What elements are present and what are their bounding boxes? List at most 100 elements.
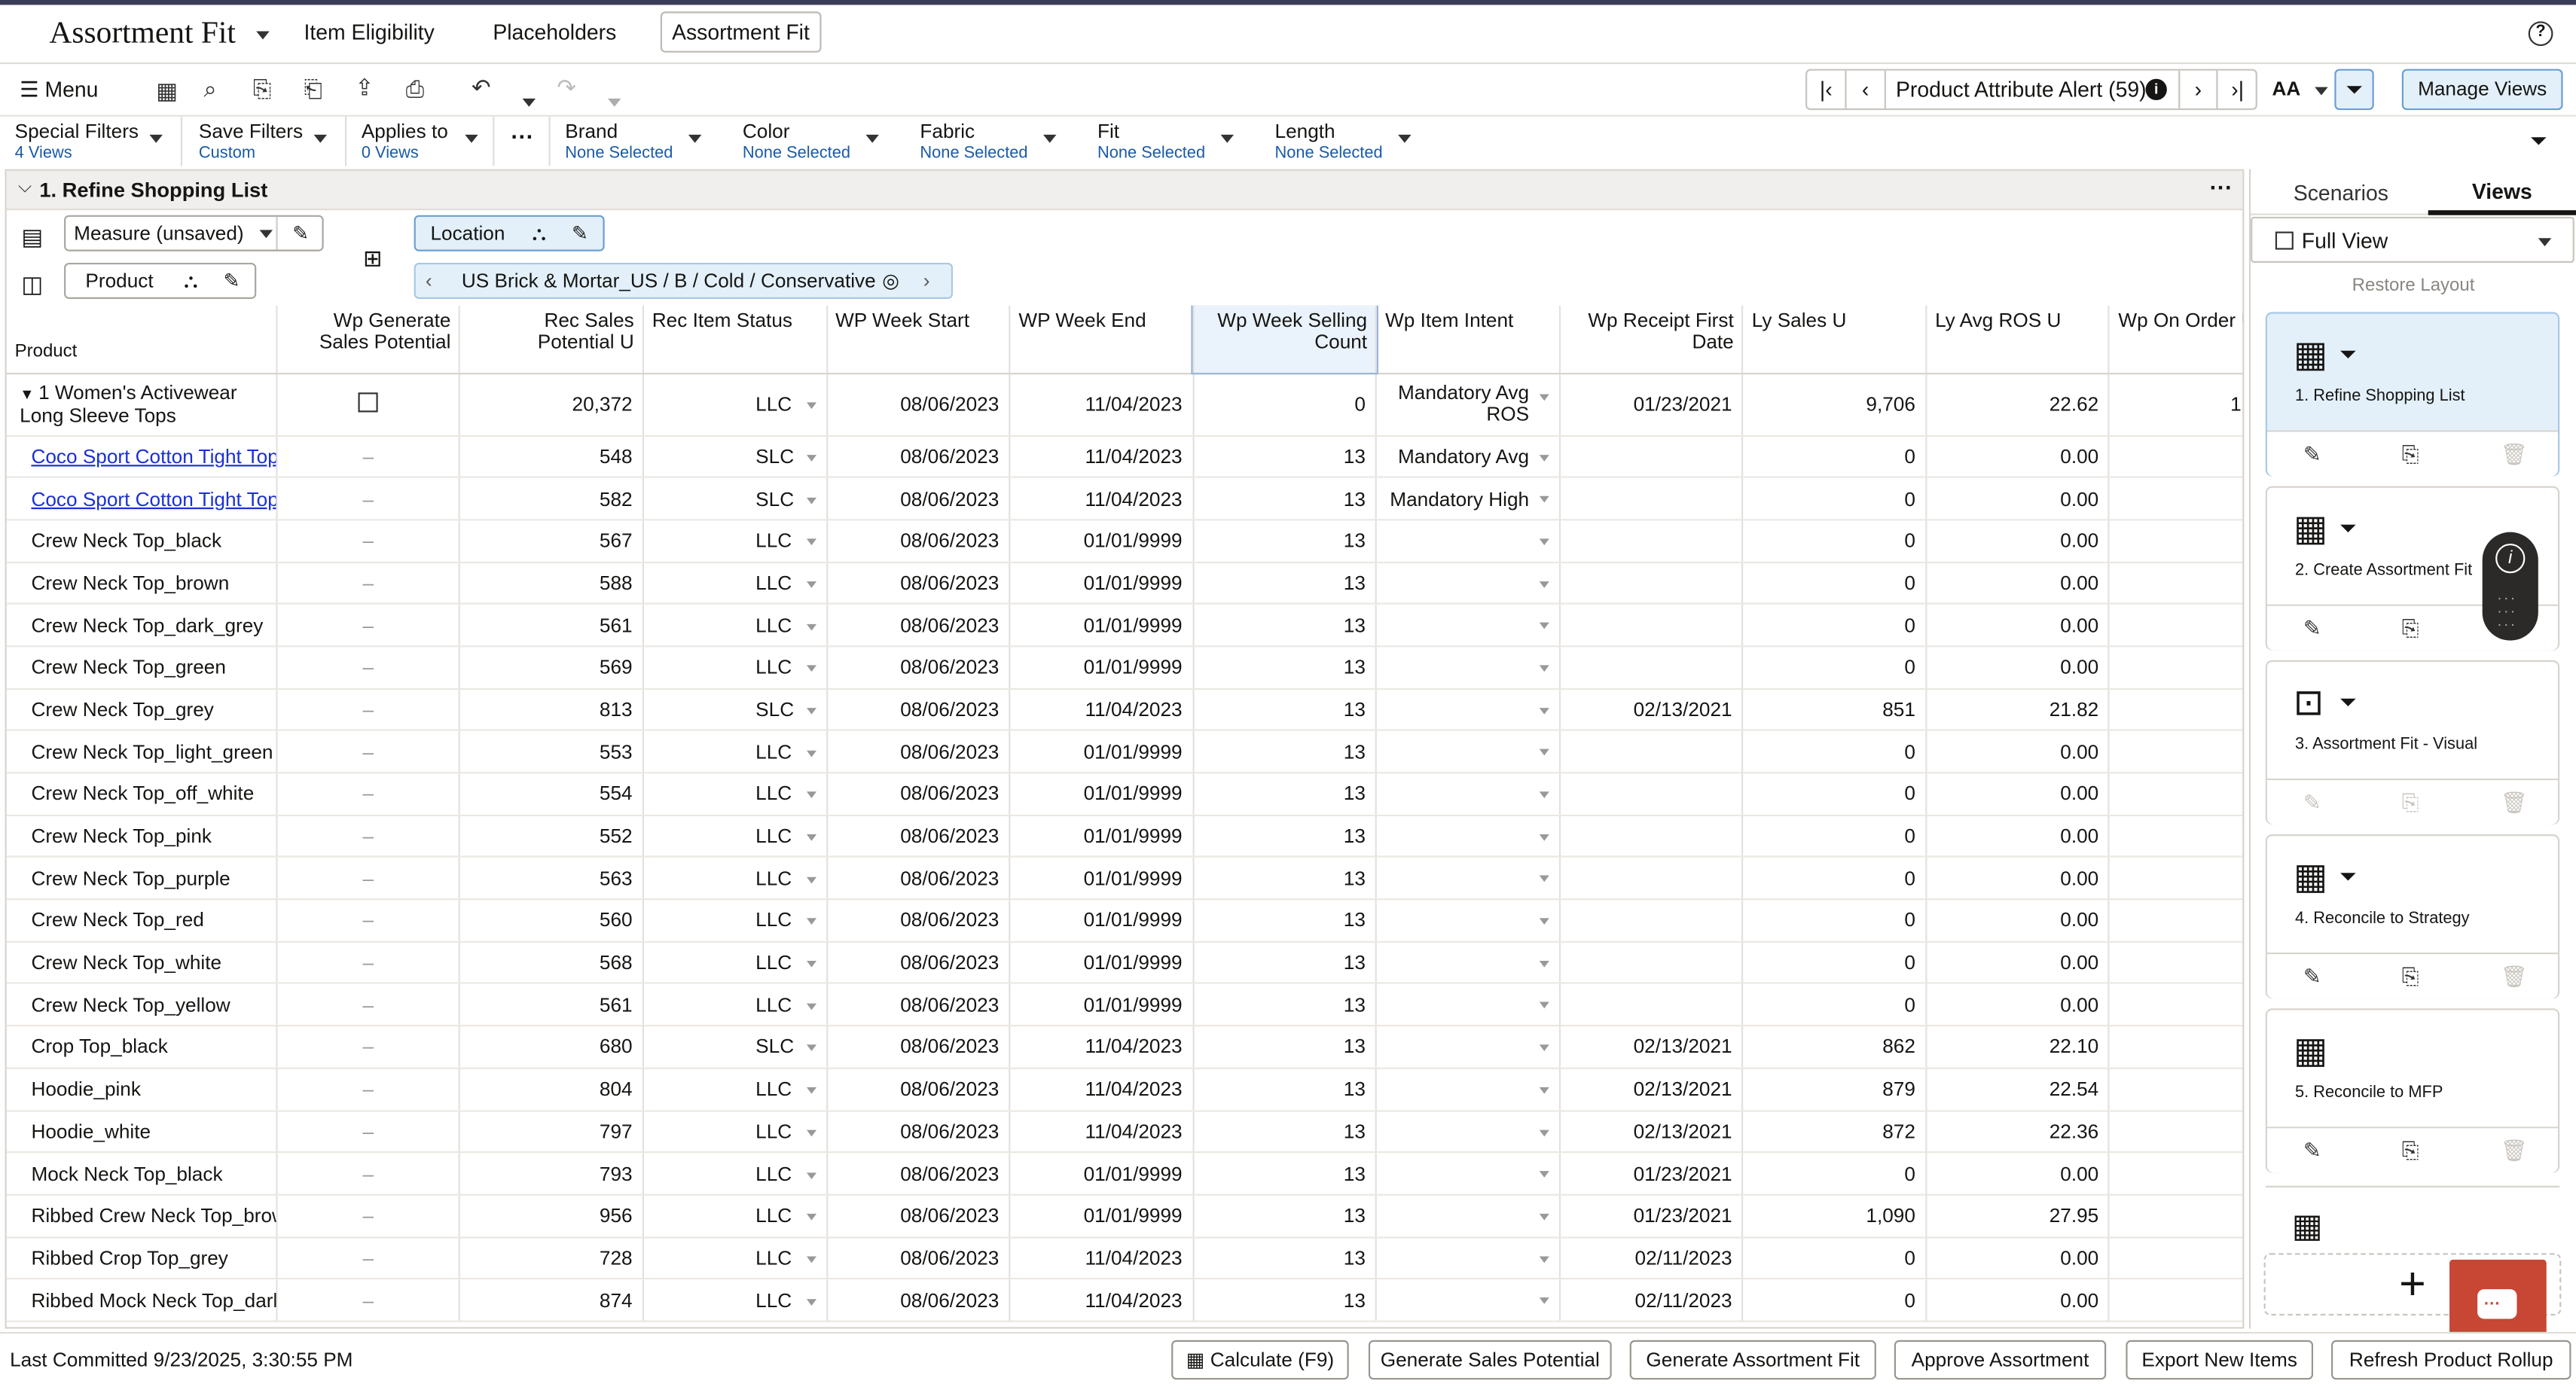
dropdown-arrow-icon[interactable] [805, 581, 816, 588]
dropdown-arrow-icon[interactable] [1539, 1213, 1549, 1221]
table-row[interactable]: Crew Neck Top_off_white –554 LLC 08/06/2023… [6, 773, 2243, 816]
rec-sales-cell[interactable]: 793 [459, 1152, 644, 1196]
generate-cell[interactable]: – [276, 941, 461, 985]
status-cell[interactable]: LLC [642, 983, 828, 1027]
selling-count-cell[interactable]: 13 [1192, 941, 1378, 985]
intent-cell[interactable] [1376, 857, 1561, 901]
applies-to-dropdown[interactable]: Applies to 0 Views [362, 120, 493, 163]
week-start-cell[interactable]: 08/06/2023 [826, 688, 1011, 732]
receipt-date-cell[interactable] [1559, 434, 1744, 479]
product-cell[interactable]: Crew Neck Top_pink [6, 815, 278, 858]
dropdown-arrow-icon[interactable] [805, 665, 816, 672]
week-end-cell[interactable]: 11/04/2023 [1009, 477, 1194, 521]
product-cell[interactable]: Crew Neck Top_red [6, 899, 278, 943]
on-order-cell[interactable] [2109, 1279, 2243, 1322]
week-start-cell[interactable]: 08/06/2023 [826, 730, 1011, 774]
ly-sales-cell[interactable]: 879 [1742, 1068, 1927, 1111]
status-cell[interactable]: LLC [642, 1152, 828, 1196]
selling-count-cell[interactable]: 13 [1192, 520, 1378, 563]
week-start-cell[interactable]: 08/06/2023 [826, 646, 1011, 690]
col-header-receipt-first-date[interactable]: Wp Receipt First Date [1559, 305, 1744, 374]
dropdown-arrow-icon[interactable] [1539, 918, 1549, 925]
on-order-cell[interactable] [2109, 604, 2243, 648]
on-order-cell[interactable] [2109, 773, 2243, 816]
week-end-cell[interactable]: 11/04/2023 [1009, 1068, 1194, 1111]
generate-cell[interactable]: – [276, 1110, 461, 1154]
upload-icon[interactable]: ⇪ [355, 74, 374, 100]
view-card[interactable]: ▦ ⏷ 1. Refine Shopping List ✎ ⎘ 🗑 [2265, 312, 2560, 477]
last-alert-icon[interactable]: ›| [2218, 71, 2257, 108]
week-start-cell[interactable]: 08/06/2023 [826, 1236, 1011, 1280]
ly-ros-cell[interactable]: 0.00 [1926, 1152, 2111, 1196]
table-row[interactable]: Coco Sport Cotton Tight Top 7_Other 0000… [6, 477, 2243, 521]
intent-cell[interactable] [1376, 562, 1561, 605]
duplicate-icon[interactable]: ⎘ [2402, 616, 2419, 642]
ly-ros-cell[interactable]: 0.00 [1926, 1279, 2111, 1322]
week-start-cell[interactable]: 08/06/2023 [826, 1068, 1011, 1111]
color-filter[interactable]: Color None Selected [743, 120, 890, 163]
table-row[interactable]: Hoodie_pink –804 LLC 08/06/2023 11/04/2023 13… [6, 1068, 2243, 1111]
on-order-cell[interactable] [2109, 434, 2243, 479]
status-cell[interactable]: LLC [642, 1110, 828, 1154]
week-start-cell[interactable]: 08/06/2023 [826, 1194, 1011, 1238]
drag-handle-icon[interactable]: ··· ··· ··· [2497, 590, 2516, 632]
dropdown-arrow-icon[interactable] [1539, 791, 1549, 799]
view-card[interactable]: ▦ 5. Reconcile to MFP ✎ ⎘ 🗑 [2265, 1008, 2560, 1173]
edit-pencil-icon[interactable]: ✎ [572, 217, 588, 250]
tab-assortment-fit[interactable]: Assortment Fit [660, 11, 822, 53]
alert-label[interactable]: Product Attribute Alert (59) [1886, 71, 2182, 108]
previous-location-icon[interactable]: ‹ [426, 264, 432, 297]
intent-cell[interactable] [1376, 1236, 1561, 1280]
product-cell[interactable]: Hoodie_white [6, 1110, 278, 1154]
intent-cell[interactable] [1376, 1068, 1561, 1111]
week-end-cell[interactable]: 01/01/9999 [1009, 604, 1194, 648]
intent-cell[interactable] [1376, 1026, 1561, 1069]
table-row[interactable]: Crew Neck Top_grey –813 SLC 08/06/2023 11/04… [6, 688, 2243, 732]
status-cell[interactable]: LLC [642, 604, 828, 648]
dropdown-arrow-icon[interactable] [1539, 1255, 1549, 1263]
search-icon[interactable]: ⌕ [203, 75, 216, 102]
on-order-cell[interactable] [2109, 520, 2243, 563]
product-cell[interactable]: Ribbed Crop Top_grey [6, 1236, 278, 1280]
dropdown-arrow-icon[interactable] [805, 538, 816, 546]
week-end-cell[interactable]: 11/04/2023 [1009, 1279, 1194, 1322]
generate-cell[interactable]: – [276, 520, 461, 563]
tab-item-eligibility[interactable]: Item Eligibility [304, 20, 435, 44]
dropdown-arrow-icon[interactable] [1539, 496, 1549, 503]
ly-sales-cell[interactable]: 0 [1742, 899, 1927, 943]
edit-pencil-icon[interactable]: ✎ [2303, 442, 2321, 468]
col-header-generate-sales-potential[interactable]: Wp Generate Sales Potential [276, 305, 461, 374]
on-order-cell[interactable] [2109, 730, 2243, 774]
hierarchy-icon[interactable]: ⛬ [533, 217, 546, 250]
ly-sales-cell[interactable]: 0 [1742, 941, 1927, 985]
ly-ros-cell[interactable]: 0.00 [1926, 857, 2111, 901]
next-location-icon[interactable]: › [923, 264, 930, 297]
week-start-cell[interactable]: 08/06/2023 [826, 1026, 1011, 1069]
week-end-cell[interactable]: 01/01/9999 [1009, 730, 1194, 774]
on-order-cell[interactable]: 5 [2109, 1026, 2243, 1069]
status-cell[interactable]: SLC [642, 1026, 828, 1069]
rec-sales-cell[interactable]: 561 [459, 983, 644, 1027]
product-cell[interactable]: Ribbed Mock Neck Top_dark_green [6, 1279, 278, 1322]
rec-sales-cell[interactable]: 552 [459, 815, 644, 858]
week-end-cell[interactable]: 01/01/9999 [1009, 1194, 1194, 1238]
dropdown-arrow-icon[interactable] [805, 623, 816, 630]
on-order-cell[interactable] [2109, 815, 2243, 858]
intent-cell[interactable] [1376, 730, 1561, 774]
generate-cell[interactable]: – [276, 983, 461, 1027]
table-row[interactable]: Ribbed Crew Neck Top_brown –956 LLC 08/06/2… [6, 1194, 2243, 1238]
group-row[interactable]: ▼ 1 Women's Activewear Long Sleeve Tops … [6, 373, 2243, 437]
intent-cell[interactable] [1376, 941, 1561, 985]
week-start-cell[interactable]: 08/06/2023 [826, 941, 1011, 985]
rec-sales-cell[interactable]: 874 [459, 1279, 644, 1322]
export-new-items-button[interactable]: Export New Items [2126, 1340, 2314, 1380]
delete-icon[interactable]: 🗑 [2501, 790, 2528, 816]
intent-cell[interactable] [1376, 1110, 1561, 1154]
status-cell[interactable]: LLC [642, 730, 828, 774]
dropdown-arrow-icon[interactable] [1539, 1297, 1549, 1305]
intent-cell[interactable] [1376, 773, 1561, 816]
view-card-partial[interactable]: ▦ [2265, 1185, 2560, 1251]
generate-cell[interactable]: – [276, 477, 461, 521]
week-start-cell[interactable]: 08/06/2023 [826, 857, 1011, 901]
ly-ros-cell[interactable]: 21.82 [1926, 688, 2111, 732]
